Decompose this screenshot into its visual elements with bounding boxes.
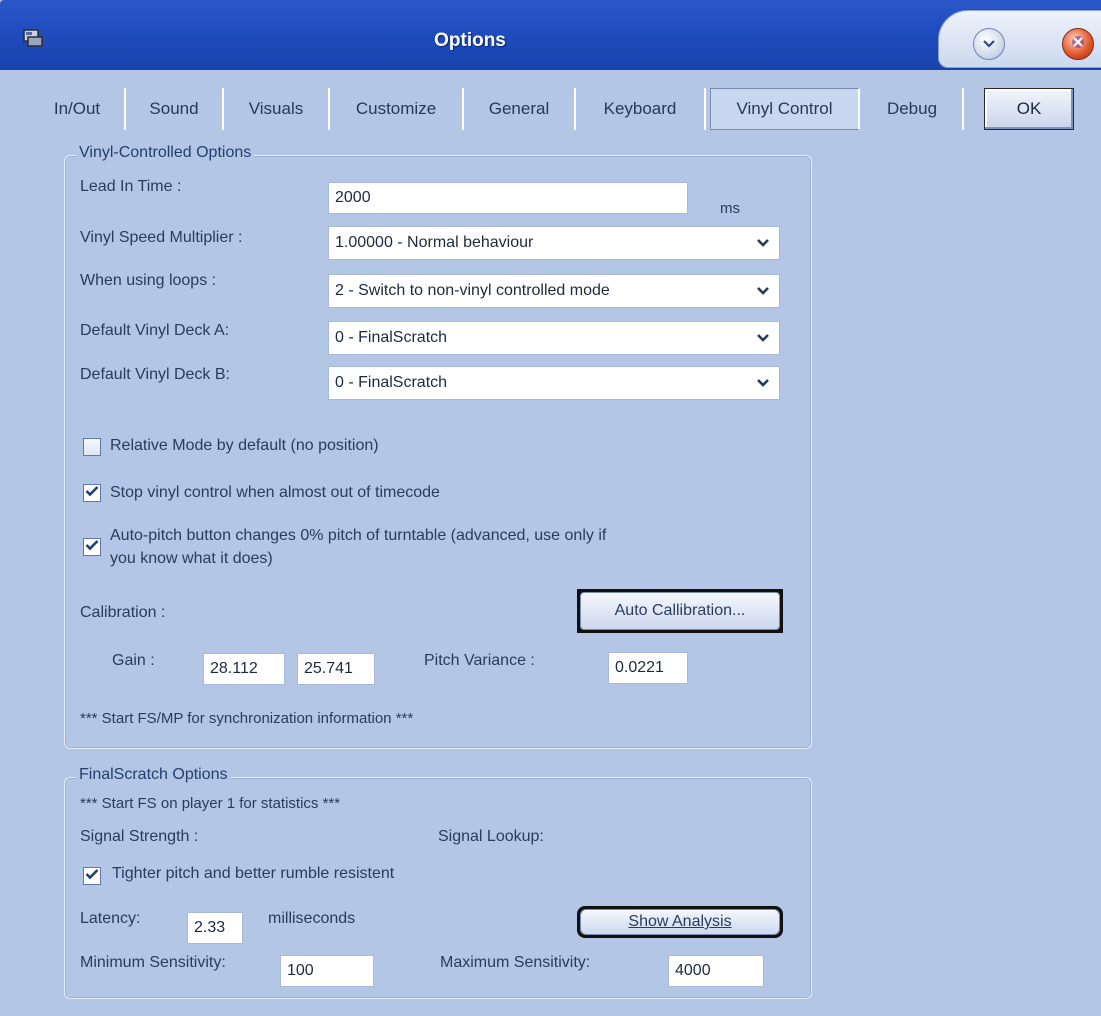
vinyl-options-legend: Vinyl-Controlled Options	[76, 144, 255, 162]
chevron-down-icon	[753, 233, 773, 253]
latency-unit: milliseconds	[268, 910, 356, 927]
tab-debug[interactable]: Debug	[862, 88, 964, 130]
pitch-variance-input[interactable]: 0.0221	[608, 652, 688, 684]
tighter-pitch-checkbox[interactable]	[83, 867, 101, 885]
checkmark-icon	[85, 484, 99, 502]
tab-visuals[interactable]: Visuals	[224, 88, 330, 130]
stop-vinyl-label: Stop vinyl control when almost out of ti…	[110, 484, 440, 501]
tab-keyboard[interactable]: Keyboard	[576, 88, 706, 130]
checkmark-icon	[85, 867, 99, 885]
pitch-variance-label: Pitch Variance :	[424, 652, 535, 669]
signal-lookup-label: Signal Lookup:	[438, 828, 544, 845]
loops-value: 2 - Switch to non-vinyl controlled mode	[335, 282, 610, 299]
tab-customize[interactable]: Customize	[330, 88, 464, 130]
min-sensitivity-label: Minimum Sensitivity:	[80, 954, 226, 971]
tab-sound[interactable]: Sound	[126, 88, 224, 130]
calibration-label: Calibration :	[80, 604, 166, 621]
close-icon	[1071, 35, 1085, 54]
auto-pitch-label-line1: Auto-pitch button changes 0% pitch of tu…	[110, 527, 607, 544]
finalscratch-options-legend: FinalScratch Options	[76, 766, 231, 784]
show-analysis-frame: Show Analysis	[577, 906, 783, 938]
lead-in-unit: ms	[720, 200, 740, 217]
gain-input-2[interactable]: 25.741	[297, 653, 375, 685]
tab-general[interactable]: General	[464, 88, 576, 130]
auto-calibration-frame: Auto Callibration...	[577, 589, 783, 633]
auto-pitch-label-line2: you know what it does)	[110, 550, 273, 567]
deck-a-label: Default Vinyl Deck A:	[80, 322, 230, 339]
chevron-down-icon	[753, 373, 773, 393]
loops-label: When using loops :	[80, 272, 217, 289]
gain-label: Gain :	[112, 652, 155, 669]
speed-multiplier-label: Vinyl Speed Multiplier :	[80, 229, 243, 246]
signal-strength-label: Signal Strength :	[80, 828, 199, 845]
speed-multiplier-value: 1.00000 - Normal behaviour	[335, 234, 534, 251]
deck-b-label: Default Vinyl Deck B:	[80, 366, 230, 383]
chevron-down-icon	[753, 328, 773, 348]
deck-a-select[interactable]: 0 - FinalScratch	[328, 321, 780, 355]
chevron-down-icon	[753, 281, 773, 301]
deck-a-value: 0 - FinalScratch	[335, 329, 448, 346]
latency-label: Latency:	[80, 910, 141, 927]
speed-multiplier-select[interactable]: 1.00000 - Normal behaviour	[328, 226, 780, 260]
max-sensitivity-label: Maximum Sensitivity:	[440, 954, 591, 971]
loops-select[interactable]: 2 - Switch to non-vinyl controlled mode	[328, 274, 780, 308]
stats-info-text: *** Start FS on player 1 for statistics …	[80, 795, 341, 812]
tab-in-out[interactable]: In/Out	[30, 88, 126, 130]
show-analysis-button[interactable]: Show Analysis	[580, 909, 780, 935]
auto-calibration-button[interactable]: Auto Callibration...	[580, 592, 780, 630]
minimize-button[interactable]	[973, 28, 1005, 60]
checkmark-icon	[85, 538, 99, 556]
max-sensitivity-input[interactable]: 4000	[668, 955, 764, 987]
lead-in-label: Lead In Time :	[80, 178, 182, 195]
tab-vinyl-control[interactable]: Vinyl Control	[710, 88, 860, 130]
deck-b-value: 0 - FinalScratch	[335, 374, 448, 391]
gain-input-1[interactable]: 28.112	[203, 653, 285, 685]
relative-mode-label: Relative Mode by default (no position)	[110, 437, 379, 454]
min-sensitivity-input[interactable]: 100	[280, 955, 374, 987]
latency-input[interactable]: 2.33	[187, 912, 243, 944]
stop-vinyl-checkbox[interactable]	[83, 484, 101, 502]
tighter-pitch-label: Tighter pitch and better rumble resisten…	[112, 865, 395, 882]
auto-pitch-checkbox[interactable]	[83, 538, 101, 556]
ok-button[interactable]: OK	[984, 88, 1074, 130]
window-title: Options	[434, 30, 506, 51]
deck-b-select[interactable]: 0 - FinalScratch	[328, 366, 780, 400]
sync-info-text: *** Start FS/MP for synchronization info…	[80, 710, 414, 727]
minimize-icon	[983, 35, 995, 53]
relative-mode-checkbox[interactable]	[83, 438, 101, 456]
close-button[interactable]	[1062, 28, 1094, 60]
lead-in-input[interactable]: 2000	[328, 182, 688, 214]
